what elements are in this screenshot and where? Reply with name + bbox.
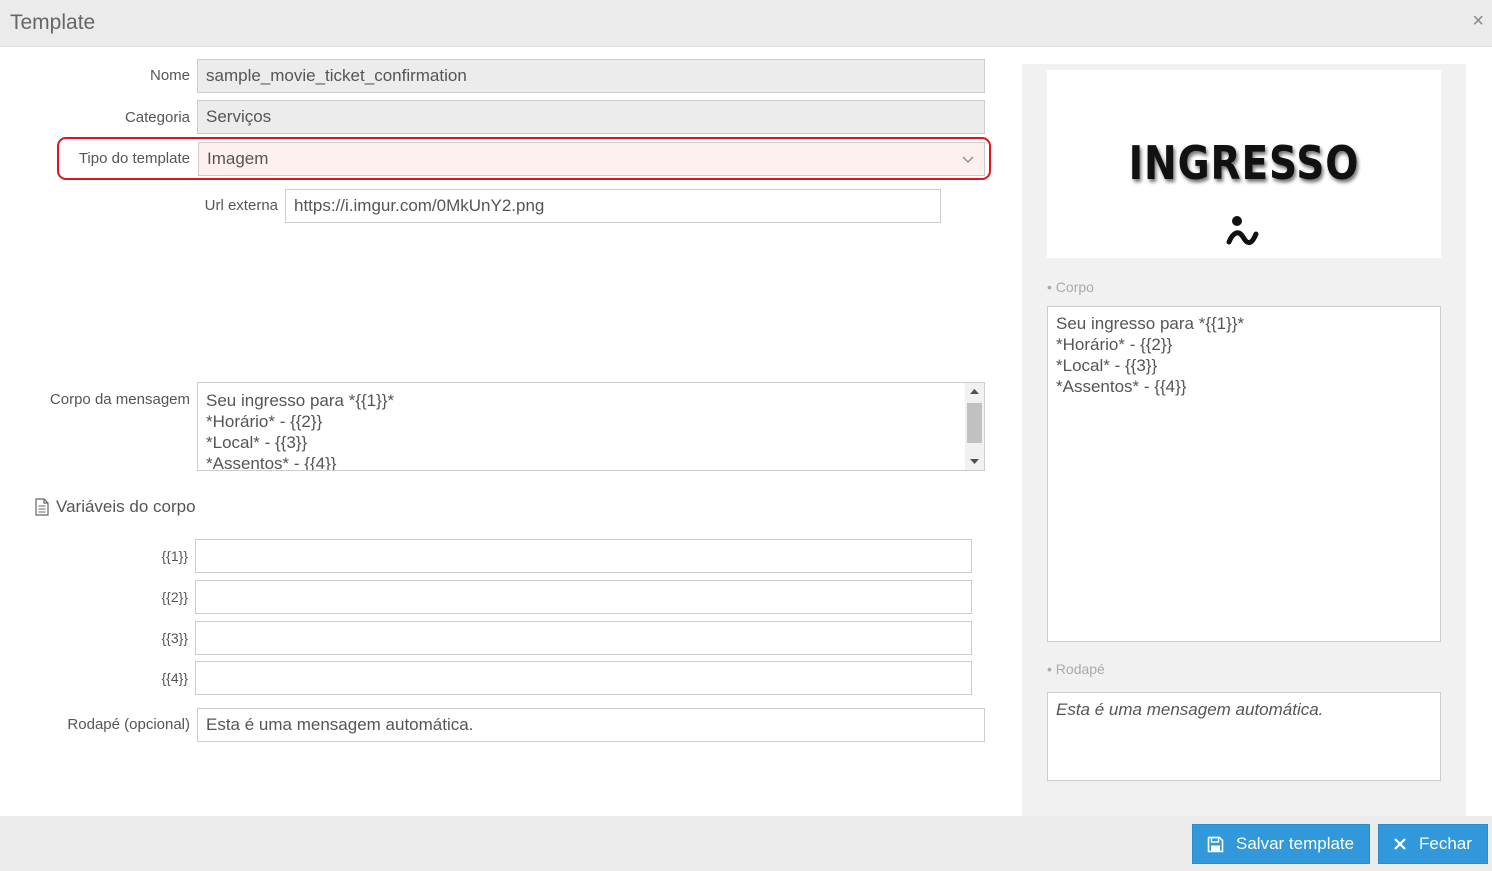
close-button[interactable]: Fechar: [1378, 824, 1488, 864]
variables-title: Variáveis do corpo: [56, 497, 196, 516]
nome-field[interactable]: sample_movie_ticket_confirmation: [197, 59, 985, 93]
document-icon: [35, 498, 49, 516]
categoria-label: Categoria: [124, 109, 190, 126]
corpo-line: *Local* - {{3}}: [206, 433, 308, 452]
corpo-line: *Horário* - {{2}}: [206, 412, 323, 431]
variable-input-4[interactable]: [195, 661, 972, 695]
tipo-label: Tipo do template: [78, 150, 190, 167]
variable-label: {{3}}: [161, 630, 189, 646]
rodape-label: Rodapé (opcional): [67, 716, 190, 733]
preview-image: INGRESSO: [1047, 70, 1441, 258]
preview-image-text: INGRESSO: [1128, 136, 1360, 190]
rodape-input[interactable]: Esta é uma mensagem automática.: [197, 708, 985, 742]
preview-corpo-line: *Horário* - {{2}}: [1056, 335, 1173, 354]
variable-label: {{4}}: [161, 670, 189, 686]
variable-label: {{1}}: [161, 548, 189, 564]
scrollbar-thumb[interactable]: [967, 403, 982, 443]
variable-input-1[interactable]: [195, 539, 972, 573]
save-icon: [1207, 836, 1224, 852]
save-button-label: Salvar template: [1236, 834, 1355, 853]
close-button-label: Fechar: [1419, 834, 1472, 853]
scroll-down-icon[interactable]: [965, 453, 984, 470]
corpo-line: Seu ingresso para *{{1}}*: [206, 391, 395, 410]
corpo-label: Corpo da mensagem: [49, 391, 190, 408]
corpo-textarea[interactable]: Seu ingresso para *{{1}}* *Horário* - {{…: [197, 382, 985, 471]
preview-rodape-box: Esta é uma mensagem automática.: [1047, 692, 1441, 781]
preview-rodape-label: • Rodapé: [1047, 661, 1105, 677]
logo-icon: [1226, 216, 1259, 246]
preview-corpo-line: Seu ingresso para *{{1}}*: [1056, 314, 1245, 333]
url-input[interactable]: https://i.imgur.com/0MkUnY2.png: [285, 189, 941, 223]
preview-panel: INGRESSO • Corpo Seu ingresso para *{{1}…: [1022, 64, 1466, 816]
categoria-field[interactable]: Serviços: [197, 100, 985, 134]
modal-header: Template ×: [0, 0, 1492, 47]
scroll-up-icon[interactable]: [965, 383, 984, 400]
modal-title: Template: [10, 11, 96, 34]
variable-label: {{2}}: [161, 589, 189, 605]
preview-corpo-label: • Corpo: [1047, 279, 1094, 295]
preview-rodape-text: Esta é uma mensagem automática.: [1056, 700, 1324, 719]
close-icon[interactable]: ×: [1472, 10, 1484, 33]
variable-input-2[interactable]: [195, 580, 972, 614]
chevron-down-icon: [962, 156, 974, 163]
url-label: Url externa: [204, 197, 278, 214]
corpo-scrollbar[interactable]: [965, 383, 984, 470]
modal-footer: Salvar template Fechar: [0, 816, 1492, 871]
save-button[interactable]: Salvar template: [1192, 824, 1370, 864]
tipo-select[interactable]: Imagem: [198, 142, 985, 176]
nome-label: Nome: [149, 67, 190, 84]
tipo-select-value: Imagem: [207, 149, 269, 168]
preview-corpo-box: Seu ingresso para *{{1}}* *Horário* - {{…: [1047, 306, 1441, 642]
corpo-line: *Assentos* - {{4}}: [206, 454, 337, 471]
close-icon: [1394, 838, 1406, 850]
variables-section-title: Variáveis do corpo: [34, 497, 196, 517]
preview-corpo-line: *Assentos* - {{4}}: [1056, 377, 1187, 396]
preview-corpo-line: *Local* - {{3}}: [1056, 356, 1158, 375]
variable-input-3[interactable]: [195, 621, 972, 655]
